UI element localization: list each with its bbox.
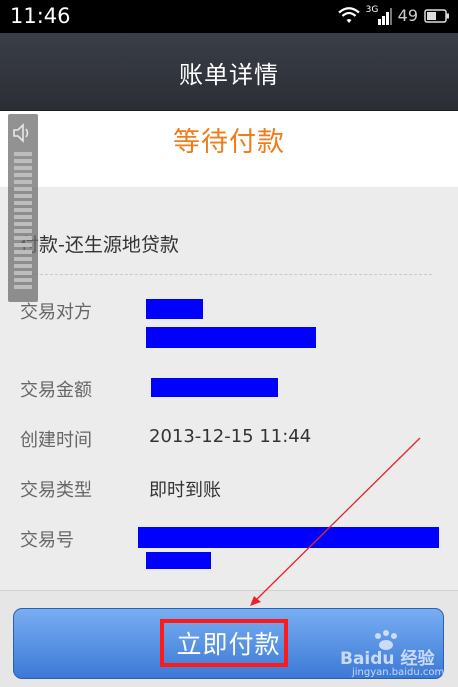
divider — [20, 274, 432, 275]
status-icons: 3G 49 — [337, 5, 450, 25]
page-title: 账单详情 — [179, 61, 279, 89]
status-bar: 11:46 3G 49 — [0, 0, 458, 33]
counterparty-redaction — [146, 299, 203, 319]
amount-label: 交易金额 — [20, 380, 92, 401]
signal-icon: 3G — [366, 5, 392, 25]
trade-number-redaction — [138, 527, 439, 548]
bill-details: 付款-还生源地贷款 交易对方 交易金额 创建时间 2013-12-15 11:4… — [0, 187, 458, 590]
wifi-icon — [337, 6, 360, 23]
payment-status: 等待付款 — [173, 127, 285, 158]
created-time-value: 2013-12-15 11:44 — [149, 426, 312, 447]
baidu-watermark: Baidu 经验 jingyan.baidu.com — [330, 628, 455, 684]
volume-level-bars — [14, 152, 32, 292]
status-banner: 等待付款 — [0, 111, 458, 187]
title-bar: 账单详情 — [0, 33, 458, 111]
trade-number-redaction-2 — [146, 552, 211, 569]
status-time: 11:46 — [10, 4, 71, 28]
created-time-label: 创建时间 — [20, 430, 92, 451]
watermark-text: Baidu 经验 — [340, 649, 435, 669]
trade-number-label: 交易号 — [20, 530, 74, 551]
watermark-url: jingyan.baidu.com — [352, 667, 445, 678]
volume-overlay[interactable] — [8, 114, 38, 302]
battery-level: 49 — [397, 6, 418, 25]
counterparty-account-redaction — [146, 327, 316, 348]
trade-type-label: 交易类型 — [20, 480, 92, 501]
speaker-icon — [13, 123, 29, 143]
trade-type-value: 即时到账 — [149, 480, 221, 501]
battery-icon — [424, 8, 449, 23]
amount-redaction — [151, 378, 278, 397]
bill-subject: 付款-还生源地贷款 — [20, 234, 179, 256]
